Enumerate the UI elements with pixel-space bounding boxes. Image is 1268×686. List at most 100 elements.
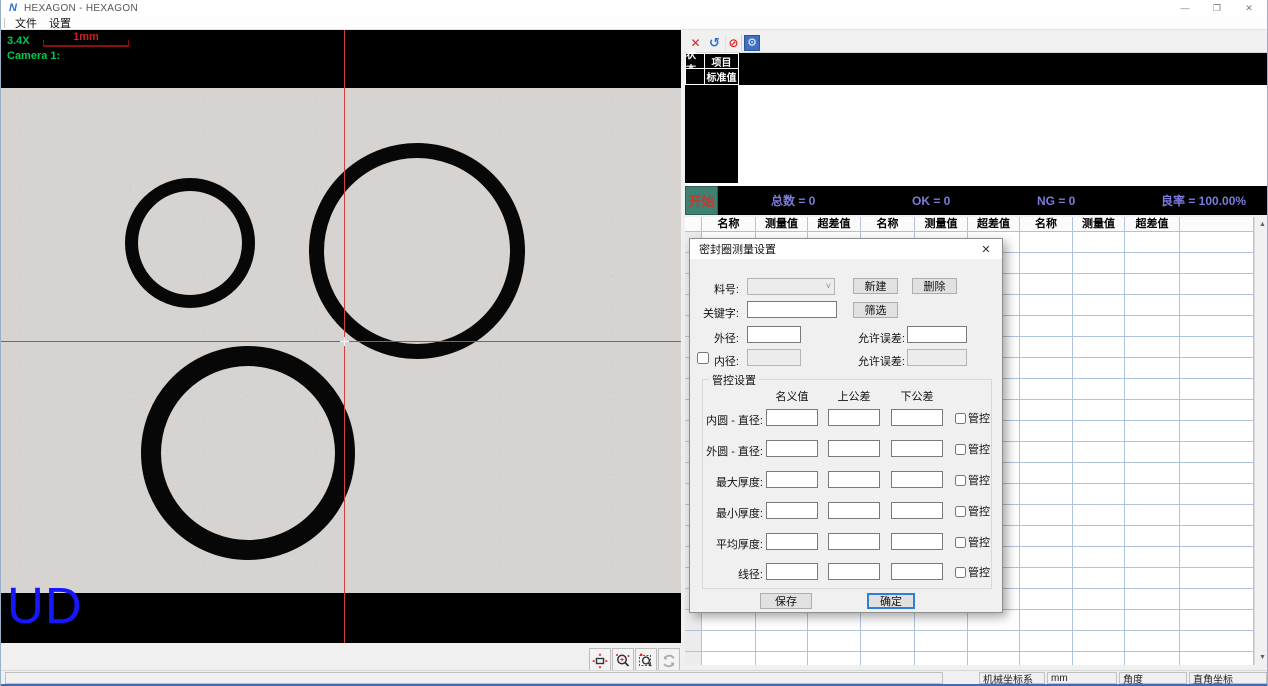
table-cell: [1073, 232, 1125, 253]
nominal-input[interactable]: [766, 533, 818, 550]
upper-tol-input[interactable]: [828, 502, 880, 519]
status-segment-angle: 角度: [1119, 672, 1187, 684]
close-button[interactable]: ✕: [1233, 0, 1265, 16]
lower-tol-input[interactable]: [891, 440, 943, 457]
seal-ring-small: [125, 178, 255, 308]
lower-tol-input[interactable]: [891, 502, 943, 519]
keyword-input[interactable]: [747, 301, 837, 318]
control-checkbox[interactable]: [955, 444, 966, 455]
control-checkbox-group[interactable]: 管控: [955, 503, 990, 519]
control-settings-title: 管控设置: [709, 372, 759, 388]
restore-button[interactable]: ❐: [1201, 0, 1233, 16]
delete-button[interactable]: 删除: [912, 278, 957, 294]
table-cell: [1073, 484, 1125, 505]
control-checkbox[interactable]: [955, 537, 966, 548]
lower-tol-input[interactable]: [891, 409, 943, 426]
scroll-up-icon[interactable]: ▲: [1255, 217, 1268, 232]
inner-diameter-input[interactable]: [747, 349, 801, 366]
app-window: N HEXAGON - HEXAGON — ❐ ✕ 文件 设置 3.4X 1mm…: [0, 0, 1268, 686]
control-checkbox-group[interactable]: 管控: [955, 410, 990, 426]
stat-yield: 良率 = 100.00%: [1161, 186, 1246, 215]
table-cell: [1073, 442, 1125, 463]
results-scrollbar[interactable]: ▲ ▼: [1254, 217, 1268, 665]
start-button[interactable]: 开始: [685, 186, 718, 215]
header-cell: 超差值: [968, 217, 1020, 232]
table-cell: [1020, 316, 1073, 337]
table-cell: [1073, 379, 1125, 400]
control-checkbox-group[interactable]: 管控: [955, 472, 990, 488]
scroll-down-icon[interactable]: ▼: [1255, 650, 1268, 665]
table-cell: [1125, 442, 1180, 463]
table-cell: [1180, 547, 1254, 568]
table-row: [685, 610, 1254, 631]
new-button[interactable]: 新建: [853, 278, 898, 294]
nominal-input[interactable]: [766, 471, 818, 488]
inner-diameter-checkbox[interactable]: [697, 352, 709, 364]
lower-tol-input[interactable]: [891, 533, 943, 550]
lower-tol-input[interactable]: [891, 471, 943, 488]
nominal-input[interactable]: [766, 502, 818, 519]
settings-gear-icon[interactable]: ⚙: [744, 35, 760, 51]
table-cell: [1125, 337, 1180, 358]
menu-file[interactable]: 文件: [9, 15, 43, 31]
status-table-header-strip: [685, 53, 1268, 85]
upper-tol-input[interactable]: [828, 533, 880, 550]
upper-tol-input[interactable]: [828, 471, 880, 488]
table-cell: [1073, 274, 1125, 295]
table-cell: [1180, 463, 1254, 484]
part-number-combo[interactable]: ˅: [747, 278, 835, 295]
upper-tol-input[interactable]: [828, 563, 880, 580]
table-cell: [1020, 442, 1073, 463]
stop-icon[interactable]: ⊘: [725, 35, 742, 51]
table-cell: [1073, 610, 1125, 631]
control-label: 管控: [968, 410, 990, 426]
control-checkbox-group[interactable]: 管控: [955, 534, 990, 550]
ok-button[interactable]: 确定: [867, 593, 915, 609]
control-checkbox[interactable]: [955, 567, 966, 578]
header-cell: 名称: [1020, 217, 1073, 232]
scale-label: 1mm: [61, 31, 111, 43]
nominal-input[interactable]: [766, 409, 818, 426]
outer-tolerance-input[interactable]: [907, 326, 967, 343]
camera-view[interactable]: 3.4X 1mm Camera 1: UD: [1, 30, 681, 643]
upper-tol-input[interactable]: [828, 409, 880, 426]
save-button[interactable]: 保存: [760, 593, 812, 609]
table-cell: [1180, 295, 1254, 316]
table-cell: [1073, 652, 1125, 665]
table-cell: [1073, 631, 1125, 652]
table-cell: [1125, 253, 1180, 274]
table-cell: [1073, 337, 1125, 358]
table-cell: [968, 652, 1020, 665]
minimize-button[interactable]: —: [1169, 0, 1201, 16]
filter-button[interactable]: 筛选: [853, 302, 898, 318]
table-cell: [702, 652, 756, 665]
dialog-close-icon[interactable]: ✕: [978, 241, 994, 257]
table-cell: [1020, 421, 1073, 442]
table-cell: [1073, 505, 1125, 526]
table-cell: [915, 610, 968, 631]
menu-settings[interactable]: 设置: [43, 15, 77, 31]
outer-diameter-input[interactable]: [747, 326, 801, 343]
control-checkbox[interactable]: [955, 475, 966, 486]
control-checkbox-group[interactable]: 管控: [955, 564, 990, 580]
orientation-watermark: UD: [7, 580, 83, 631]
lower-tol-input[interactable]: [891, 563, 943, 580]
upper-tol-input[interactable]: [828, 440, 880, 457]
table-cell: [1125, 505, 1180, 526]
nominal-input[interactable]: [766, 563, 818, 580]
table-cell: [1073, 253, 1125, 274]
table-row: [685, 652, 1254, 665]
control-checkbox[interactable]: [955, 506, 966, 517]
refresh-icon[interactable]: ↺: [706, 35, 723, 51]
inner-tolerance-input[interactable]: [907, 349, 967, 366]
control-checkbox-group[interactable]: 管控: [955, 441, 990, 457]
dialog-title-bar[interactable]: 密封圈测量设置 ✕: [690, 239, 1002, 259]
table-cell: [1020, 505, 1073, 526]
nominal-input[interactable]: [766, 440, 818, 457]
table-cell: [915, 652, 968, 665]
header-standard: 标准值: [704, 68, 739, 85]
table-cell: [1125, 421, 1180, 442]
control-checkbox[interactable]: [955, 413, 966, 424]
row-label: 内圆 - 直径:: [703, 412, 763, 428]
table-cell: [1020, 463, 1073, 484]
